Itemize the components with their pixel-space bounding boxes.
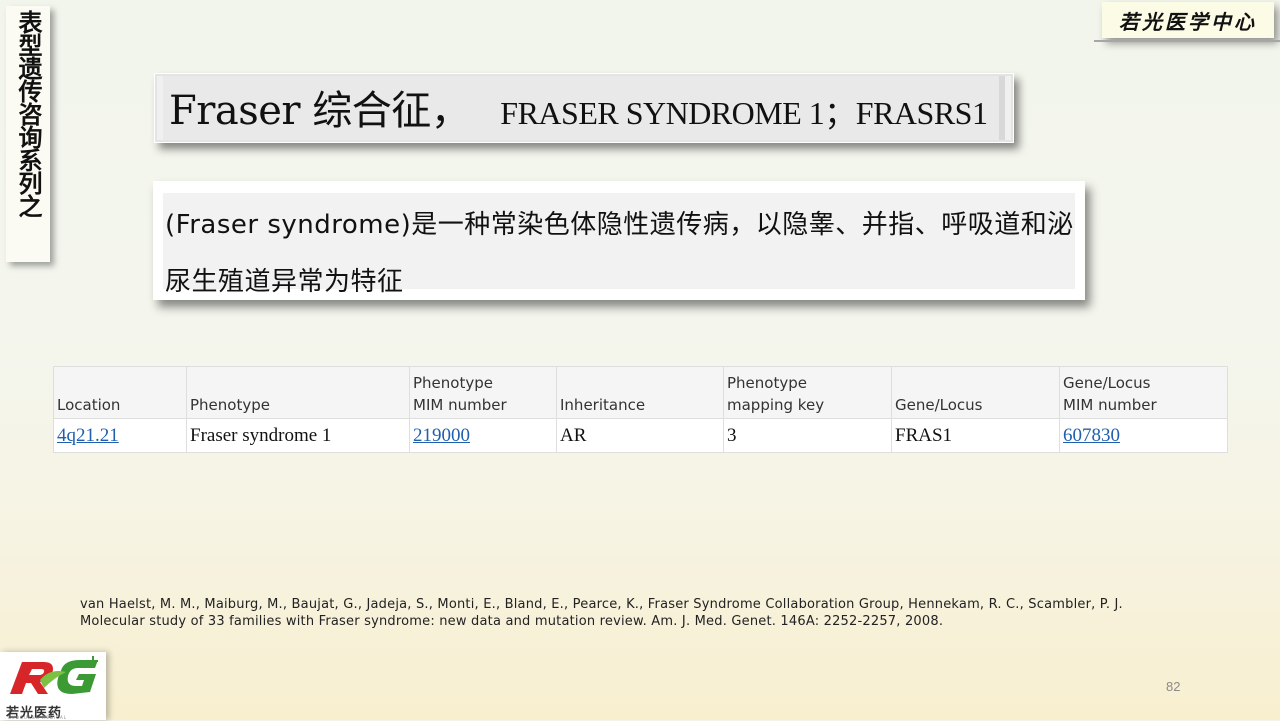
omim-table: Location Phenotype Phenotype MIM number Inhe… (53, 366, 1228, 453)
company-logo: 若光医药 RUOGUANG MEDICAL (0, 652, 106, 721)
table-cell-text: FRAS1 (895, 424, 953, 446)
table-header-text: Gene/Locus (895, 396, 983, 414)
reference-line-1: van Haelst, M. M., Maiburg, M., Baujat, … (80, 597, 1123, 612)
center-label: 若光医学中心 (1102, 2, 1274, 38)
table-header-cell: Gene/Locus MIM number (1059, 366, 1228, 419)
center-label-text: 若光医学中心 (1119, 9, 1257, 34)
rg-logo-icon (10, 656, 98, 694)
table-header-text: Inheritance (560, 396, 646, 414)
table-header-text: Phenotype (413, 374, 493, 392)
omim-link[interactable]: 607830 (1063, 425, 1120, 446)
table-cell: AR (556, 418, 724, 453)
title-inner: Fraser 综合征， FRASER SYNDROME 1；FRASRS1 (163, 76, 1006, 140)
table-header-text: mapping key (727, 396, 825, 414)
reference-line-2: Molecular study of 33 families with Fras… (80, 614, 944, 629)
title-sub: FRASER SYNDROME 1；FRASRS1 (500, 95, 988, 131)
table-cell: FRAS1 (891, 418, 1060, 453)
table-header-cell: Inheritance (556, 366, 724, 419)
table-body: 4q21.21 Fraser syndrome 1 219000 AR 3 FRAS1 60… (53, 418, 1228, 453)
table-cell: 219000 (409, 418, 557, 453)
title-main: Fraser 综合征， (169, 88, 471, 134)
table-cell: 4q21.21 (53, 418, 187, 453)
table-header-text: Phenotype (190, 396, 270, 414)
table-cell: Fraser syndrome 1 (186, 418, 410, 453)
table-header-cell: Phenotype MIM number (409, 366, 557, 419)
omim-link[interactable]: 4q21.21 (57, 425, 119, 446)
table-header-cell: Phenotype mapping key (723, 366, 892, 419)
series-label-text: 表型遗传咨询系列之 (14, 10, 42, 217)
center-label-divider (1094, 40, 1280, 42)
table-cell: 3 (723, 418, 892, 453)
series-label: 表型遗传咨询系列之 (6, 6, 50, 262)
description-box: (Fraser syndrome)是一种常染色体隐性遗传病，以隐睾、并指、呼吸道… (153, 181, 1085, 300)
table-header-row: Location Phenotype Phenotype MIM number Inhe… (53, 366, 1228, 419)
title-box: Fraser 综合征， FRASER SYNDROME 1；FRASRS1 (154, 73, 1014, 143)
table-header-text: Gene/Locus (1063, 374, 1151, 392)
page-number: 82 (1166, 679, 1181, 694)
table-header-text: Location (57, 396, 121, 414)
table-cell-text: 3 (727, 424, 737, 446)
table-row: 4q21.21 Fraser syndrome 1 219000 AR 3 FRAS1 60… (53, 418, 1228, 453)
omim-link[interactable]: 219000 (413, 425, 470, 446)
table-header-cell: Phenotype (186, 366, 410, 419)
table-header-text: MIM number (413, 396, 507, 414)
table-header-text: MIM number (1063, 396, 1157, 414)
table-header-cell: Location (53, 366, 187, 419)
table-cell-text: AR (560, 424, 587, 446)
logo-subtext: RUOGUANG MEDICAL (8, 715, 67, 720)
table-cell-text: Fraser syndrome 1 (190, 424, 332, 446)
table-cell: 607830 (1059, 418, 1228, 453)
description-text: (Fraser syndrome)是一种常染色体隐性遗传病，以隐睾、并指、呼吸道… (165, 210, 1074, 297)
table-header-cell: Gene/Locus (891, 366, 1060, 419)
reference: van Haelst, M. M., Maiburg, M., Baujat, … (80, 596, 1210, 630)
table-header-text: Phenotype (727, 374, 807, 392)
